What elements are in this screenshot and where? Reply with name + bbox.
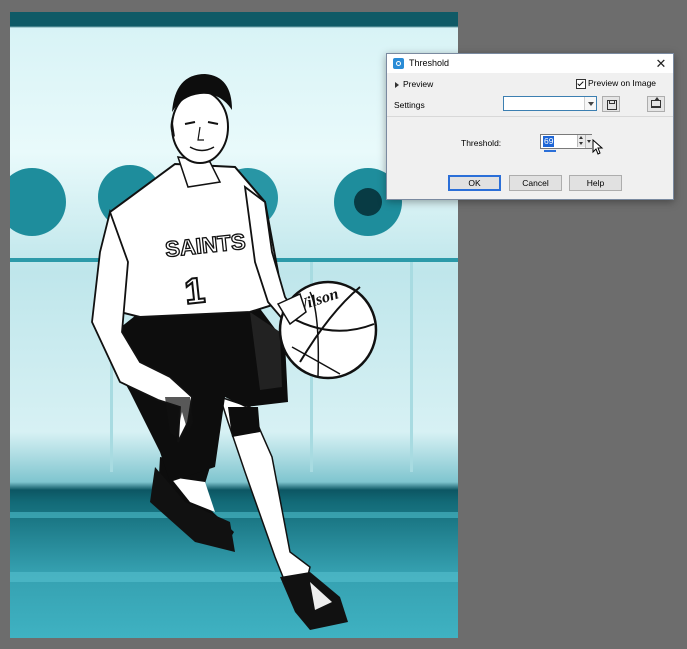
threshold-underline [544, 150, 556, 152]
dialog-title: Threshold [409, 58, 450, 68]
help-button[interactable]: Help [569, 175, 622, 191]
dialog-titlebar[interactable]: Threshold ✕ [387, 54, 673, 73]
spin-down-icon[interactable] [577, 141, 585, 147]
cancel-button[interactable]: Cancel [509, 175, 562, 191]
threshold-spinbox[interactable]: 69 [540, 134, 592, 149]
checkbox-icon[interactable] [576, 78, 586, 89]
threshold-input[interactable]: 69 [543, 136, 555, 147]
save-preset-icon [607, 100, 617, 110]
expand-triangle-icon [395, 81, 399, 88]
mouse-cursor-icon [592, 139, 604, 155]
threshold-slider-dropdown[interactable] [585, 135, 592, 148]
close-icon[interactable]: ✕ [653, 56, 669, 71]
wall-logo-left [10, 168, 66, 236]
preview-label: Preview [403, 79, 434, 89]
settings-dropdown[interactable] [503, 96, 597, 111]
reset-default-icon [651, 97, 661, 108]
reset-default-button[interactable] [647, 96, 665, 112]
save-preset-button[interactable] [602, 96, 620, 112]
threshold-dialog: Threshold ✕ Preview Preview on Image Set… [386, 53, 674, 200]
basketball-player: SAINTS 1 Wilson [91, 74, 378, 630]
threshold-label: Threshold: [461, 138, 502, 148]
chevron-down-icon[interactable] [584, 97, 596, 110]
settings-label: Settings [394, 100, 425, 110]
preview-on-image-checkbox[interactable]: Preview on Image [576, 78, 656, 89]
app-icon [393, 58, 404, 69]
preview-on-image-label: Preview on Image [588, 78, 657, 88]
jersey-number: 1 [183, 269, 207, 312]
divider [387, 116, 673, 117]
ok-button[interactable]: OK [448, 175, 501, 191]
preview-expander[interactable]: Preview [395, 79, 433, 89]
